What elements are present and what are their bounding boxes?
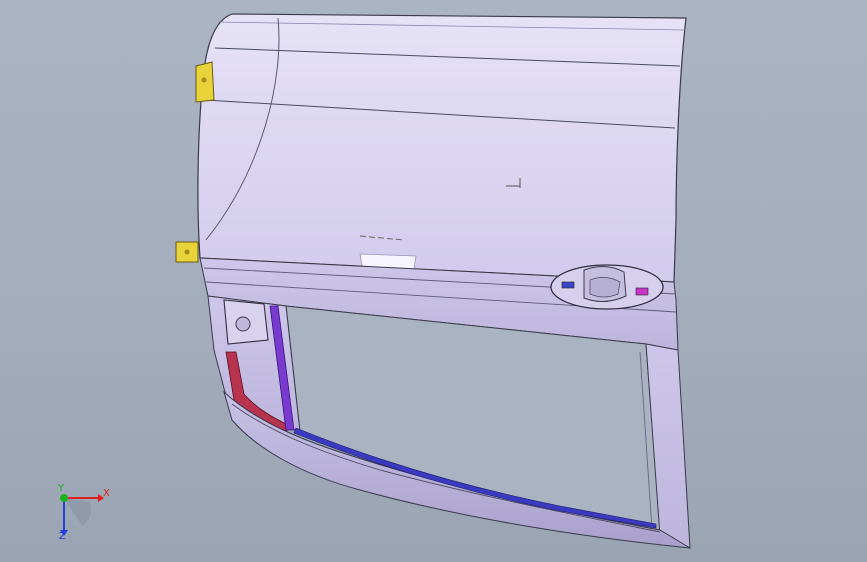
lower-hinge-pin [184,249,190,255]
lock-cylinder-blue [561,281,575,289]
x-axis-label: X [103,488,110,499]
door-model[interactable] [0,0,867,562]
y-axis-label: Y [58,483,65,494]
z-axis-label: Z [59,531,66,542]
handle-inner-detail [589,277,621,298]
triad-shadow [64,498,91,526]
lock-cylinder-magenta [635,287,649,296]
graphics-viewport[interactable]: X Y Z [0,0,867,562]
door-outer-panel [197,13,687,283]
upper-hinge-pin [201,77,207,83]
y-axis-dot [60,494,68,502]
reference-triad [60,494,104,536]
mirror-mount-bolt [235,316,251,332]
